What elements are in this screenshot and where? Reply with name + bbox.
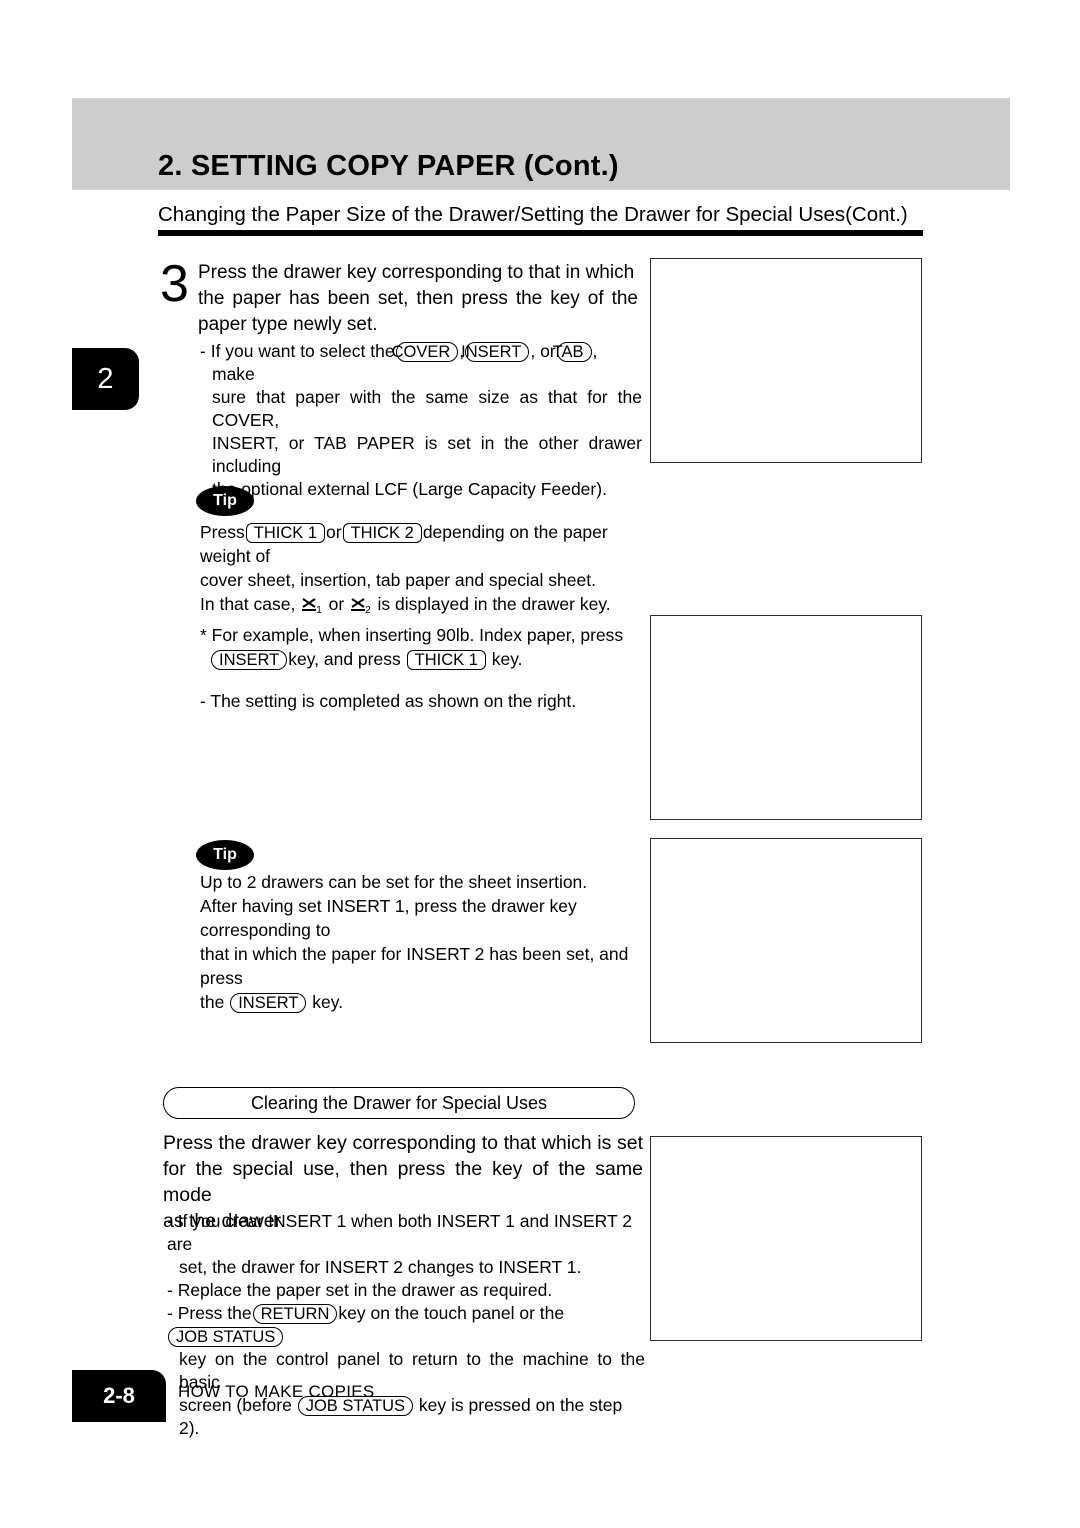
tip-badge: Tip [196,840,254,870]
bullet-dash: - [200,341,206,361]
tip-2-line-1: Up to 2 drawers can be set for the sheet… [200,872,588,892]
tip-1-line-1: Press THICK 1 or THICK 2 depending on the pa… [200,520,646,568]
clearing-note-3-pre: - Press the [167,1303,252,1323]
section-heading-label: Clearing the Drawer for Special Uses [250,1092,548,1113]
tip-2-line-2: After having set INSERT 1, press the dra… [200,896,577,940]
cover-key[interactable]: COVER [392,342,459,362]
paper-weight-1-icon [300,597,318,613]
clearing-note-3-mid: key on the touch panel or the [338,1303,565,1323]
tip-badge-label: Tip [213,846,237,863]
subtitle-rule [158,230,923,236]
clearing-note-1-line-1: - If you clear INSERT 1 when both INSERT… [167,1211,632,1254]
tip-1-pre: Press [200,522,245,542]
tip-1-l3-pre: In that case, [200,594,296,614]
tip-2-body: Up to 2 drawers can be set for the sheet… [200,870,650,1014]
illustration-box [650,258,922,463]
step-note: - If you want to select theCOVER ,INSERT,… [200,340,642,501]
tip-2-l4-pre: the [200,992,225,1012]
return-key[interactable]: RETURN [252,1304,338,1324]
step-note-line-1: - If you want to select theCOVER ,INSERT,… [200,340,642,386]
step-note-line-4: the optional external LCF (Large Capacit… [212,479,607,499]
insert-key-example[interactable]: INSERT [211,650,288,670]
clearing-note-1-line-2: set, the drawer for INSERT 2 changes to … [179,1257,582,1277]
step-line-2: the paper has been set, then press the k… [198,288,638,309]
footer-page-tab: 2-8 [72,1370,166,1422]
section-heading: Clearing the Drawer for Special Uses [163,1087,635,1119]
tip-1-l5-post: key. [491,649,523,669]
step-line-3: paper type newly set. [198,314,378,335]
thick-1-key-example[interactable]: THICK 1 [406,650,486,670]
clearing-intro-line-2: for the special use, then press the key … [163,1158,643,1206]
job-status-key[interactable]: JOB STATUS [168,1327,284,1347]
thick-2-key[interactable]: THICK 2 [342,523,422,543]
tip-2-line-3: that in which the paper for INSERT 2 has… [200,944,629,988]
illustration-box [650,615,922,820]
tip-badge-label: Tip [213,492,237,509]
footer-chapter-title: HOW TO MAKE COPIES [178,1382,375,1401]
insert-key-tip2[interactable]: INSERT [230,993,307,1013]
tip-1-body: Press THICK 1 or THICK 2 depending on the pa… [200,520,646,713]
tip-2-l4-post: key. [312,992,344,1012]
clearing-note-3-line-1: - Press the RETURN key on the touch panel … [167,1302,645,1348]
tip-1-l3-mid: or [328,594,345,614]
clearing-intro-line-1: Press the drawer key corresponding to th… [163,1132,643,1154]
insert-key[interactable]: INSERT [461,342,530,362]
illustration-box [650,838,922,1043]
page-subtitle: Changing the Paper Size of the Drawer/Se… [158,203,908,226]
tip-1-line-3: In that case, 1 or 2 is displayed in the… [200,592,646,623]
step-line-1: Press the drawer key corresponding to th… [198,262,635,283]
chapter-tab: 2 [72,348,139,410]
page-title: 2. SETTING COPY PAPER (Cont.) [158,150,619,182]
step-note-line-3: INSERT, or TAB PAPER is set in the other… [212,433,642,476]
clearing-note-2: - Replace the paper set in the drawer as… [167,1280,553,1300]
tip-1-line-5: INSERT key, and press THICK 1 key. [200,647,646,671]
tip-2-line-4: the INSERT key. [200,990,650,1014]
tip-1-mid: or [326,522,342,542]
step-instruction: Press the drawer key corresponding to th… [198,260,638,338]
page-number: 2-8 [103,1383,135,1408]
tip-1-l5-mid: key, and press [288,649,401,669]
illustration-box [650,1136,922,1341]
clearing-notes: - If you clear INSERT 1 when both INSERT… [167,1210,645,1440]
tab-key[interactable]: TAB [553,342,592,362]
tip-1-line-6: - The setting is completed as shown on t… [200,691,577,711]
chapter-tab-label: 2 [97,362,114,395]
tip-1-l3-post: is displayed in the drawer key. [377,594,611,614]
step-number: 3 [160,255,189,313]
tip-badge: Tip [196,486,254,516]
paper-weight-2-icon [349,597,367,613]
thick-1-key[interactable]: THICK 1 [245,523,325,543]
tip-1-line-2: cover sheet, insertion, tab paper and sp… [200,570,596,590]
step-note-line-2: sure that paper with the same size as th… [212,387,642,430]
step-note-sep-2: , or [530,341,556,361]
tip-1-line-4: * For example, when inserting 90lb. Inde… [200,625,624,645]
step-note-pre: If you want to select the [210,341,395,361]
